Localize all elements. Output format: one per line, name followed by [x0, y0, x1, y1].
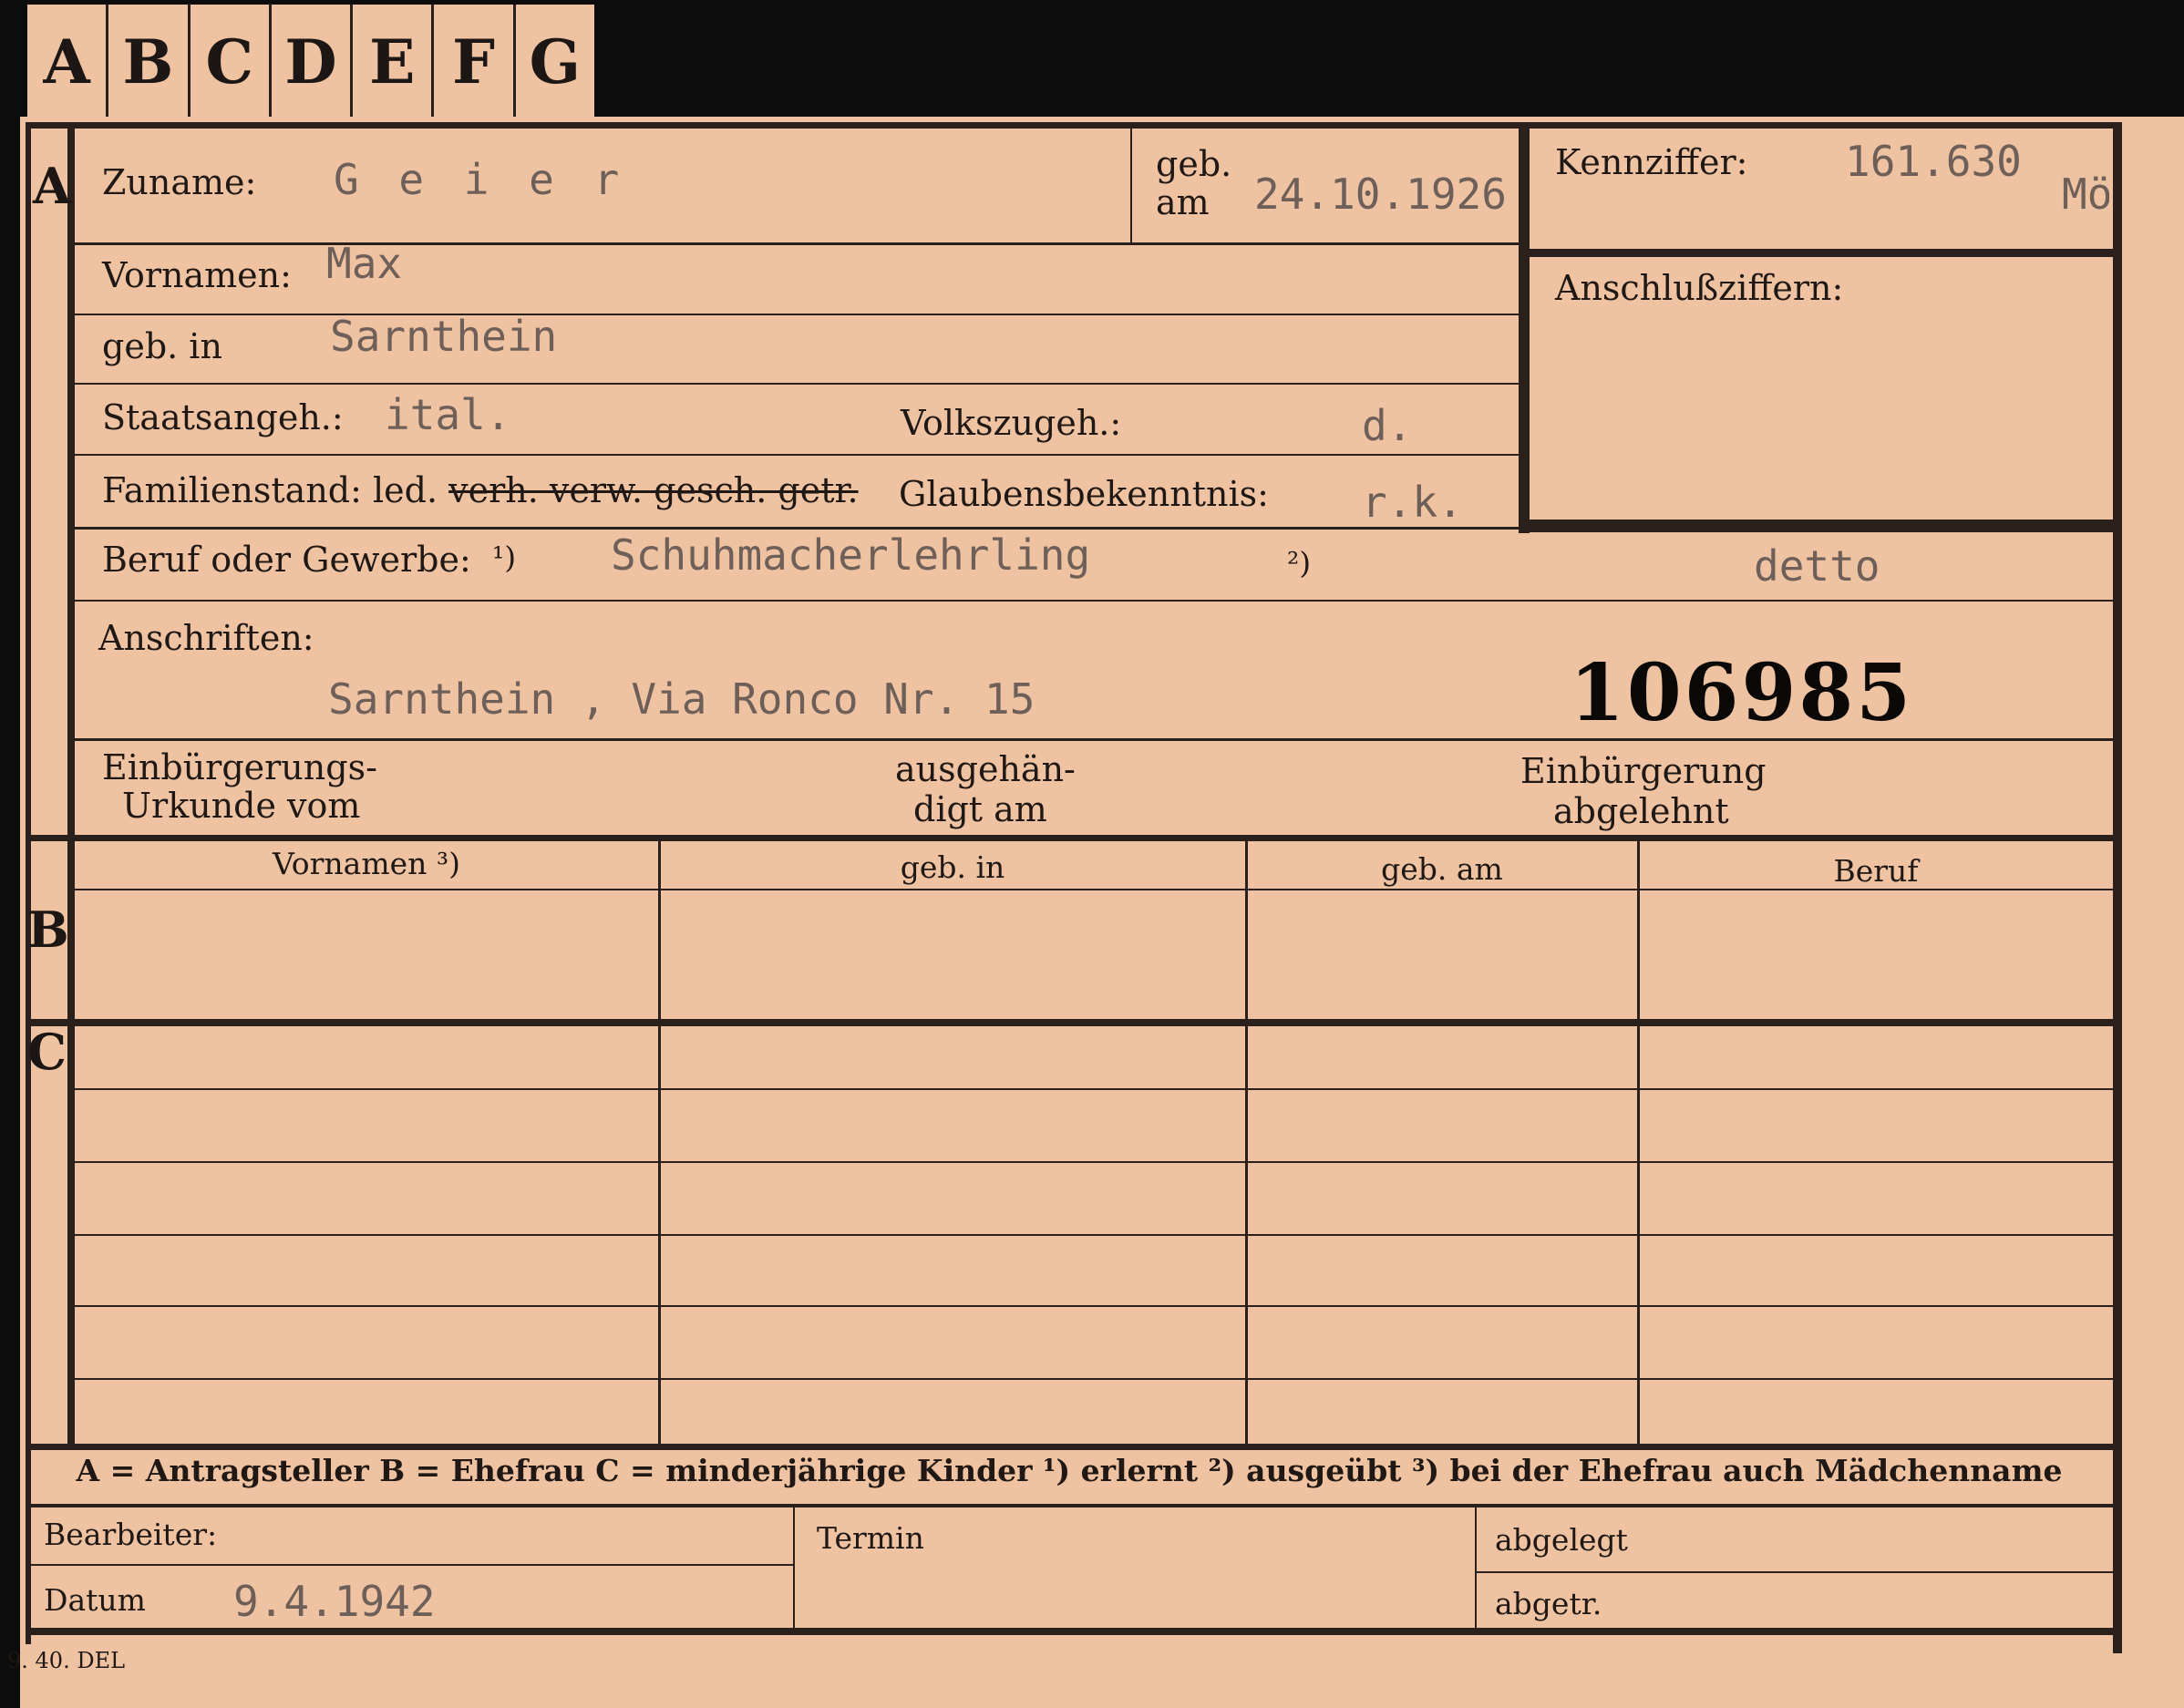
tab-f: F	[434, 5, 516, 119]
header-geb-am: geb. am	[1381, 851, 1503, 887]
index-tabs: A B C D E F G	[27, 5, 594, 119]
label-beruf: Beruf oder Gewerbe:	[102, 540, 471, 580]
value-beruf-erlernt: Schuhmacherlehrling	[611, 530, 1091, 580]
label-ausgehaen-2: digt am	[913, 789, 1047, 829]
label-geb-in: geb. in	[102, 326, 222, 366]
tab-d: D	[272, 5, 354, 119]
label-termin: Termin	[817, 1520, 924, 1556]
tab-e: E	[353, 5, 435, 119]
label-familienstand: Familienstand: led. verh. verw. gesch. g…	[102, 470, 859, 510]
legend: A = Antragsteller B = Ehefrau C = minder…	[76, 1453, 2063, 1488]
label-datum: Datum	[44, 1582, 146, 1618]
value-datum: 9.4.1942	[233, 1577, 436, 1626]
header-geb-in: geb. in	[900, 849, 1005, 885]
label-anschriften: Anschriften:	[98, 618, 314, 658]
label-anschlussziffern: Anschlußziffern:	[1555, 268, 1844, 308]
value-volkszugeh: d.	[1362, 401, 1413, 450]
footnote-2-marker: ²)	[1287, 545, 1312, 581]
label-ausgehaen-1: ausgehän-	[895, 749, 1076, 789]
label-volkszugeh: Volkszugeh.:	[901, 403, 1122, 443]
section-b-marker: B	[27, 900, 69, 959]
value-geb-am: 24.10.1926	[1254, 170, 1507, 219]
section-c-marker: C	[27, 1023, 67, 1081]
label-abgetr: abgetr.	[1495, 1586, 1602, 1621]
value-anschrift: Sarnthein , Via Ronco Nr. 15	[328, 674, 1035, 724]
label-bearbeiter: Bearbeiter:	[44, 1517, 218, 1552]
label-staatsangeh: Staatsangeh.:	[102, 397, 344, 437]
label-einbuergerungs-1: Einbürgerungs-	[102, 747, 377, 787]
value-glaubensbekenntnis: r.k.	[1362, 478, 1463, 527]
label-geb-am-top: geb.	[1156, 144, 1232, 184]
label-kennziffer: Kennziffer:	[1555, 142, 1748, 182]
header-vornamen: Vornamen ³)	[272, 846, 461, 881]
label-zuname: Zuname:	[102, 162, 257, 202]
label-einbuergerungs-2: Urkunde vom	[122, 786, 361, 826]
value-kennziffer: 161.630	[1845, 137, 2022, 186]
value-staatsangeh: ital.	[385, 390, 511, 439]
label-geb-am-bottom: am	[1156, 182, 1210, 222]
tab-b: B	[108, 5, 191, 119]
footnote-1-marker: ¹)	[492, 540, 517, 575]
value-beruf-ausgeuebt: detto	[1754, 541, 1880, 591]
value-zuname: G e i e r	[334, 155, 627, 204]
section-a-marker: A	[33, 157, 71, 215]
label-einbuergerung-abgelehnt-2: abgelehnt	[1553, 791, 1729, 831]
tab-c: C	[191, 5, 272, 119]
label-vornamen: Vornamen:	[102, 255, 292, 295]
label-glaubensbekenntnis: Glaubensbekenntnis:	[899, 474, 1269, 514]
value-geb-in: Sarnthein	[330, 312, 558, 361]
tab-a: A	[27, 5, 109, 119]
tab-g: G	[529, 26, 582, 98]
value-vornamen: Max	[326, 239, 403, 288]
value-kennziffer-suffix: Mö	[2062, 170, 2109, 219]
label-einbuergerung-abgelehnt-1: Einbürgerung	[1520, 751, 1767, 791]
label-abgelegt: abgelegt	[1495, 1522, 1628, 1558]
stamped-number: 106985	[1570, 647, 1914, 739]
familienstand-ledig: Familienstand: led.	[102, 470, 438, 510]
printer-mark: 9. 40. DEL	[7, 1648, 126, 1673]
familienstand-struck: verh. verw. gesch. getr.	[448, 470, 859, 510]
header-beruf: Beruf	[1833, 853, 1919, 889]
